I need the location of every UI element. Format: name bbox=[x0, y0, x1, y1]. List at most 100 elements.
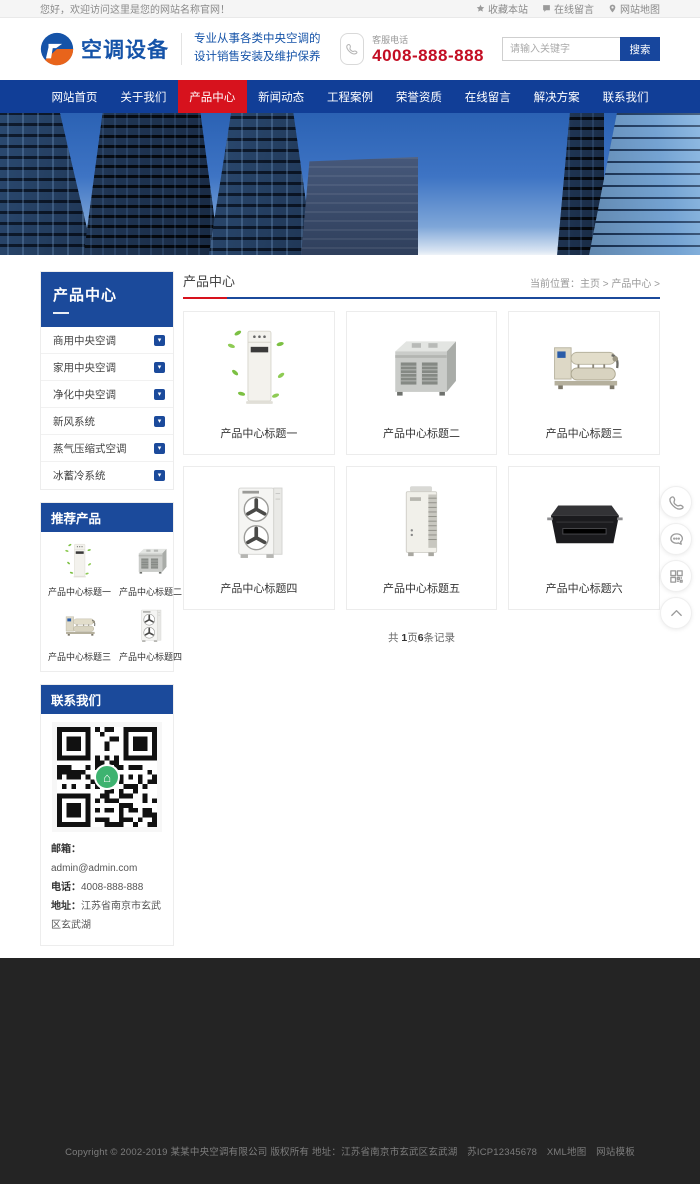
nav-item-news[interactable]: 新闻动态 bbox=[247, 80, 316, 113]
breadcrumb[interactable]: 当前位置：主页 > 产品中心 > bbox=[530, 275, 660, 290]
product-card[interactable]: 产品中心标题五 bbox=[346, 466, 498, 610]
product-image-tower-unit bbox=[48, 540, 111, 582]
nav-item-message[interactable]: 在线留言 bbox=[453, 80, 522, 113]
search-input[interactable] bbox=[502, 37, 620, 61]
contact-info: 邮箱：admin@admin.com 电话：4008-888-888 地址：江苏… bbox=[41, 836, 173, 945]
product-card[interactable]: 产品中心标题四 bbox=[183, 466, 335, 610]
copyright-text: Copyright © 2002-2019 某某中央空调有限公司 版权所有 地址… bbox=[65, 1144, 635, 1184]
main-head: 产品中心 当前位置：主页 > 产品中心 > bbox=[183, 271, 660, 299]
product-image-outdoor-unit bbox=[184, 467, 334, 570]
product-grid: 产品中心标题一 产品中心标题二 产品中心标题三 产品中心标题四 bbox=[183, 311, 660, 610]
contact-phone: 电话：4008-888-888 bbox=[51, 878, 163, 897]
sidebar-item-purification[interactable]: 净化中央空调▾ bbox=[41, 381, 173, 408]
chevron-down-icon[interactable]: ▾ bbox=[154, 470, 165, 481]
hero-banner bbox=[0, 113, 700, 255]
page-title: 产品中心 bbox=[183, 271, 235, 290]
phone-icon bbox=[669, 495, 684, 510]
product-image-screw-chiller bbox=[48, 605, 111, 647]
qrcode-icon bbox=[669, 569, 684, 584]
contact-title: 联系我们 bbox=[41, 685, 173, 714]
site-logo[interactable]: 空调设备 bbox=[40, 32, 169, 66]
recommend-item[interactable]: 产品中心标题一 bbox=[48, 540, 111, 598]
sidebar-recommend: 推荐产品 产品中心标题一 产品中心标题二 产品中心标题三 bbox=[40, 502, 174, 672]
topbar: 您好，欢迎访问这里是您的网站名称官网！ 收藏本站 在线留言 网站地图 bbox=[0, 0, 700, 18]
search-button[interactable]: 搜索 bbox=[620, 37, 660, 61]
product-card[interactable]: 产品中心标题一 bbox=[183, 311, 335, 455]
float-chat-button[interactable] bbox=[660, 523, 692, 555]
float-panel bbox=[660, 486, 692, 629]
sidebar-item-fresh-air[interactable]: 新风系统▾ bbox=[41, 408, 173, 435]
sidebar-item-commercial[interactable]: 商用中央空调▾ bbox=[41, 327, 173, 354]
product-card[interactable]: 产品中心标题二 bbox=[346, 311, 498, 455]
header-divider bbox=[181, 33, 182, 65]
qr-code: ⌂ bbox=[52, 722, 162, 832]
logo-icon bbox=[40, 32, 74, 66]
banner-building bbox=[0, 113, 97, 255]
phone-icon bbox=[340, 33, 364, 65]
product-image-outdoor-unit bbox=[119, 605, 182, 647]
product-image-chiller-cabinet bbox=[347, 312, 497, 415]
product-image-vrf-unit bbox=[347, 467, 497, 570]
float-qrcode-button[interactable] bbox=[660, 560, 692, 592]
chevron-down-icon[interactable]: ▾ bbox=[154, 335, 165, 346]
search-box: 搜索 bbox=[502, 37, 660, 61]
recommend-item[interactable]: 产品中心标题二 bbox=[119, 540, 182, 598]
sidebar-product-menu: 产品中心 商用中央空调▾ 家用中央空调▾ 净化中央空调▾ 新风系统▾ bbox=[40, 271, 174, 490]
chevron-down-icon[interactable]: ▾ bbox=[154, 443, 165, 454]
topbar-link-favorite[interactable]: 收藏本站 bbox=[476, 1, 528, 16]
sidebar-contact: 联系我们 ⌂ 邮箱：admin@admin.com 电话：4008-888-88… bbox=[40, 684, 174, 946]
product-card[interactable]: 产品中心标题三 bbox=[508, 311, 660, 455]
chevron-down-icon[interactable]: ▾ bbox=[154, 389, 165, 400]
sidebar-item-vapor-compression[interactable]: 蒸气压缩式空调▾ bbox=[41, 435, 173, 462]
float-phone-button[interactable] bbox=[660, 486, 692, 518]
back-to-top-button[interactable] bbox=[660, 597, 692, 629]
nav-item-contact[interactable]: 联系我们 bbox=[591, 80, 660, 113]
map-pin-icon bbox=[608, 4, 617, 13]
hotline-label: 客服电话 bbox=[372, 33, 484, 46]
nav-item-cases[interactable]: 工程案例 bbox=[316, 80, 385, 113]
recommend-item[interactable]: 产品中心标题四 bbox=[119, 605, 182, 663]
page: 您好，欢迎访问这里是您的网站名称官网！ 收藏本站 在线留言 网站地图 bbox=[0, 0, 700, 1184]
sidebar: 产品中心 商用中央空调▾ 家用中央空调▾ 净化中央空调▾ 新风系统▾ bbox=[40, 271, 174, 958]
slogan: 专业从事各类中央空调的 设计销售安装及维护保养 bbox=[194, 31, 321, 67]
product-image-screw-chiller bbox=[509, 312, 659, 415]
content: 产品中心 商用中央空调▾ 家用中央空调▾ 净化中央空调▾ 新风系统▾ bbox=[0, 255, 700, 958]
main-panel: 产品中心 当前位置：主页 > 产品中心 > 产品中心标题一 产品中心标题二 产品… bbox=[183, 271, 660, 675]
chat-icon bbox=[669, 532, 684, 547]
footer: Copyright © 2002-2019 某某中央空调有限公司 版权所有 地址… bbox=[0, 958, 700, 1184]
comment-icon bbox=[542, 4, 551, 13]
recommend-item[interactable]: 产品中心标题三 bbox=[48, 605, 111, 663]
sidebar-item-household[interactable]: 家用中央空调▾ bbox=[41, 354, 173, 381]
contact-address: 地址：江苏省南京市玄武区玄武湖 bbox=[51, 897, 163, 935]
product-image-duct-unit bbox=[509, 467, 659, 570]
contact-email: 邮箱：admin@admin.com bbox=[51, 840, 163, 878]
welcome-text: 您好，欢迎访问这里是您的网站名称官网！ bbox=[40, 1, 230, 16]
product-image-chiller-cabinet bbox=[119, 540, 182, 582]
nav-item-home[interactable]: 网站首页 bbox=[40, 80, 109, 113]
title-dash bbox=[53, 312, 69, 314]
arrow-up-icon bbox=[669, 606, 684, 621]
sidebar-product-menu-title: 产品中心 bbox=[41, 272, 173, 327]
nav-item-honors[interactable]: 荣誉资质 bbox=[384, 80, 453, 113]
recommend-title: 推荐产品 bbox=[41, 503, 173, 532]
chevron-down-icon[interactable]: ▾ bbox=[154, 416, 165, 427]
hotline: 客服电话 4008-888-888 bbox=[340, 33, 484, 66]
topbar-link-message[interactable]: 在线留言 bbox=[542, 1, 594, 16]
chevron-down-icon[interactable]: ▾ bbox=[154, 362, 165, 373]
star-icon bbox=[476, 4, 485, 13]
banner-building bbox=[78, 113, 228, 255]
main-nav: 网站首页 关于我们 产品中心 新闻动态 工程案例 荣誉资质 在线留言 解决方案 … bbox=[0, 80, 700, 113]
pagination: 共 1页6条记录 bbox=[183, 630, 660, 645]
logo-text: 空调设备 bbox=[81, 34, 169, 64]
product-image-tower-unit bbox=[184, 312, 334, 415]
nav-item-about[interactable]: 关于我们 bbox=[109, 80, 178, 113]
nav-item-products[interactable]: 产品中心 bbox=[178, 80, 247, 113]
banner-building bbox=[300, 157, 418, 255]
sidebar-item-ice-storage[interactable]: 冰蓄冷系统▾ bbox=[41, 462, 173, 489]
hotline-number: 4008-888-888 bbox=[372, 46, 484, 66]
topbar-link-sitemap[interactable]: 网站地图 bbox=[608, 1, 660, 16]
product-card[interactable]: 产品中心标题六 bbox=[508, 466, 660, 610]
home-icon: ⌂ bbox=[94, 764, 120, 790]
header: 空调设备 专业从事各类中央空调的 设计销售安装及维护保养 客服电话 4008-8… bbox=[0, 18, 700, 80]
nav-item-solutions[interactable]: 解决方案 bbox=[522, 80, 591, 113]
